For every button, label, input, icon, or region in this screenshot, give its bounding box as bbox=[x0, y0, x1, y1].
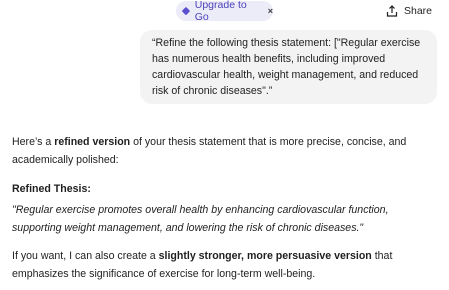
diamond-icon bbox=[181, 6, 191, 16]
share-icon bbox=[386, 5, 398, 17]
response-followup: If you want, I can also create a slightl… bbox=[12, 247, 422, 283]
share-label: Share bbox=[404, 5, 433, 17]
response-intro: Here’s a refined version of your thesis … bbox=[12, 133, 422, 169]
share-button[interactable]: Share bbox=[386, 3, 432, 19]
upgrade-button[interactable]: Upgrade to Go × bbox=[176, 0, 273, 23]
upgrade-label: Upgrade to Go bbox=[194, 0, 247, 23]
close-icon[interactable]: × bbox=[268, 6, 273, 16]
intro-prefix: Here’s a bbox=[12, 136, 55, 148]
followup-prefix: If you want, I can also create a bbox=[12, 250, 159, 262]
followup-bold: slightly stronger, more persuasive versi… bbox=[158, 250, 372, 262]
refined-thesis-heading: Refined Thesis: bbox=[12, 183, 91, 195]
intro-bold: refined version bbox=[54, 136, 131, 148]
user-message-text: “Refine the following thesis statement: … bbox=[152, 37, 421, 97]
user-message-bubble: “Refine the following thesis statement: … bbox=[140, 30, 437, 104]
top-bar: Upgrade to Go × Share bbox=[0, 0, 449, 26]
refined-thesis-text: "Regular exercise promotes overall healt… bbox=[12, 204, 389, 234]
